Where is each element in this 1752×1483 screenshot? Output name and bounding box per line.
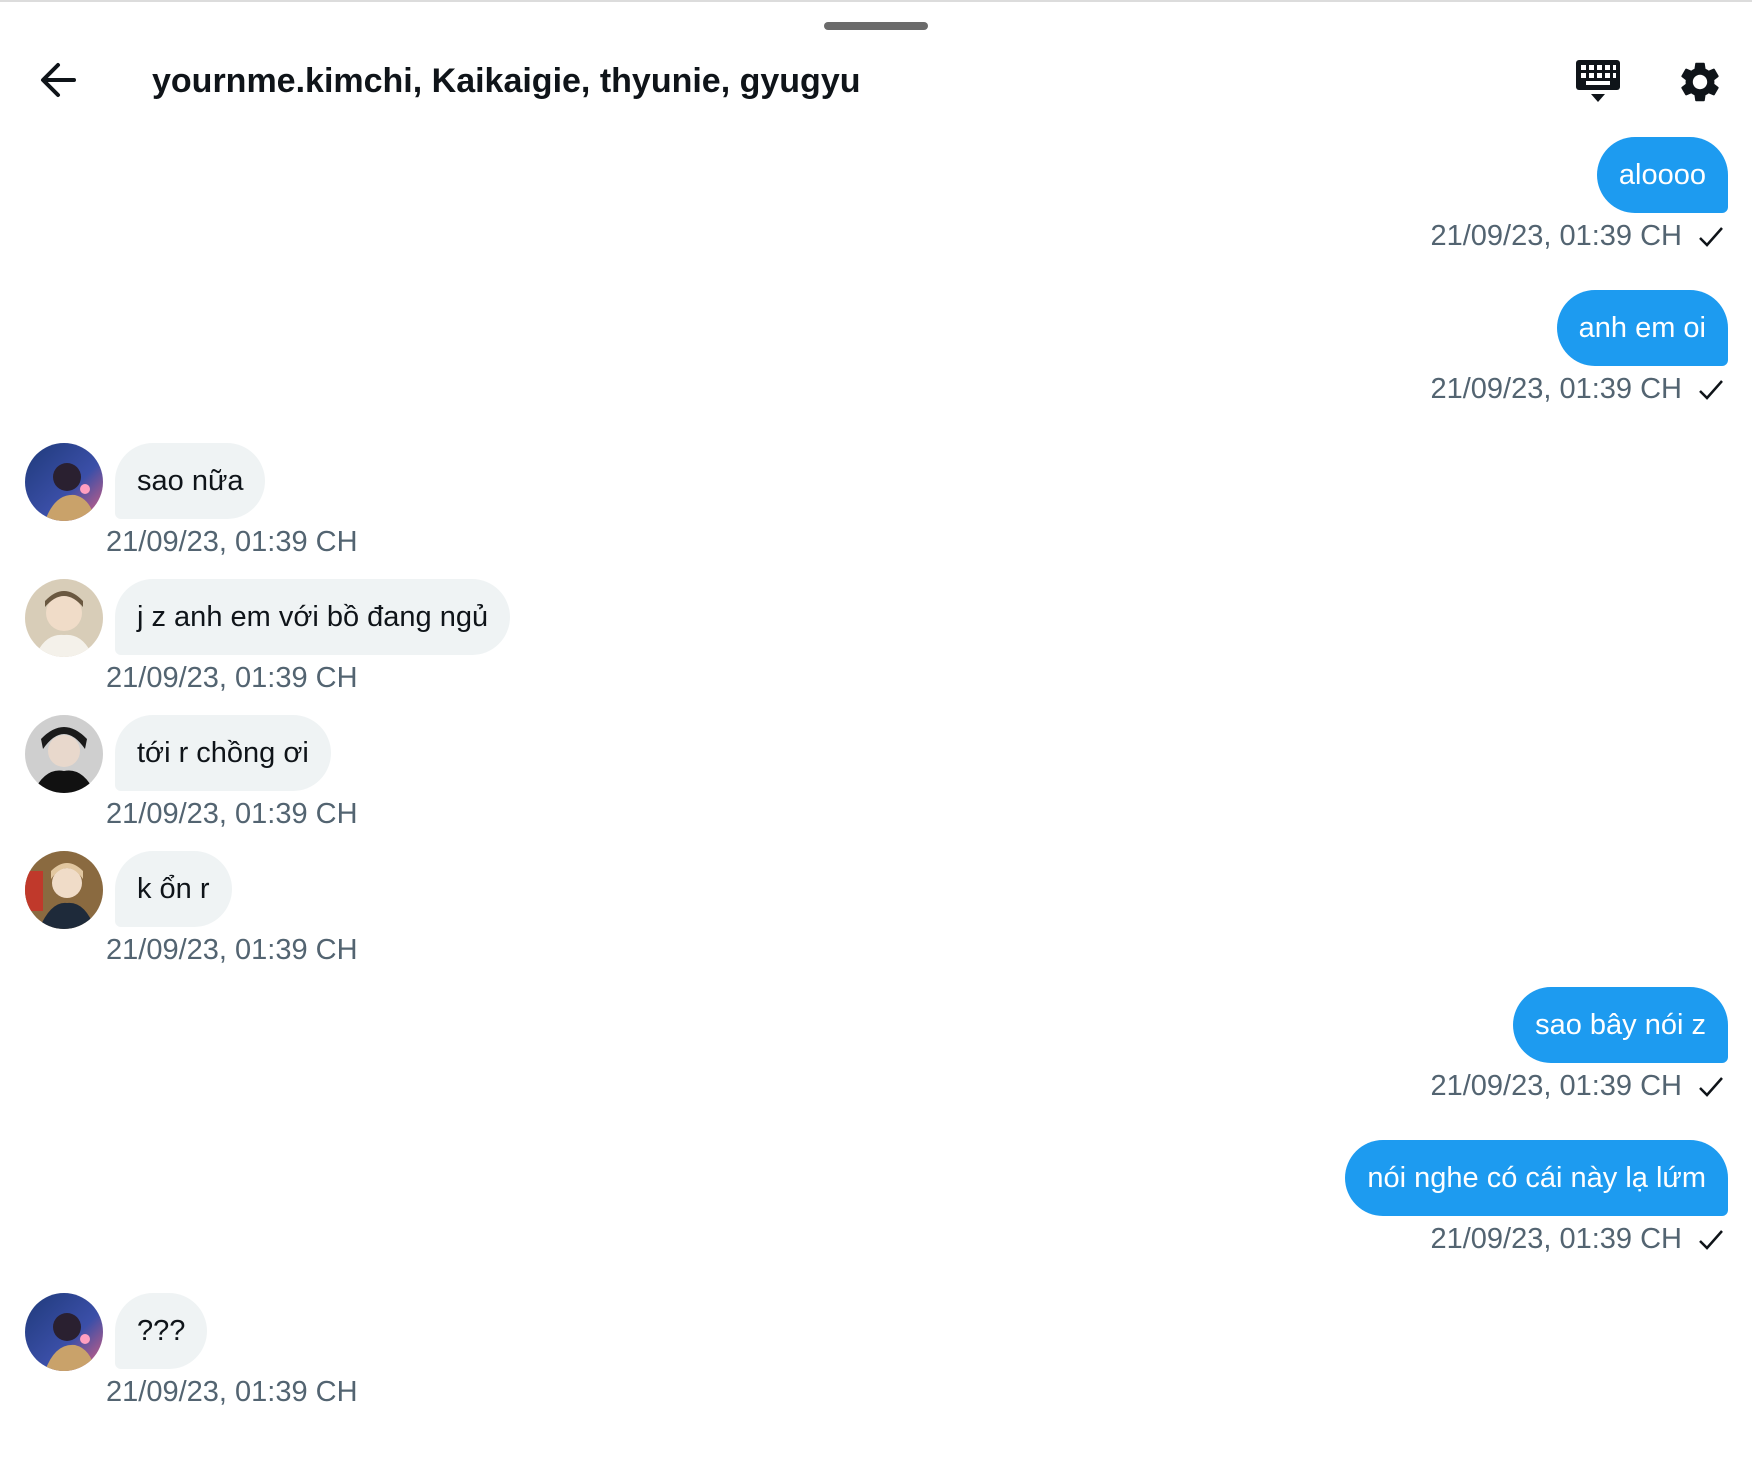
outgoing-message-bubble[interactable]: anh em oi <box>1556 290 1728 366</box>
message-timestamp: 21/09/23, 01:39 CH <box>1430 220 1682 252</box>
avatar[interactable] <box>25 579 103 657</box>
incoming-message-bubble[interactable]: sao nữa <box>115 443 266 519</box>
top-divider <box>0 0 1752 2</box>
message-timestamp: 21/09/23, 01:39 CH <box>1430 1223 1682 1255</box>
incoming-message-bubble[interactable]: k ổn r <box>115 851 232 927</box>
message-timestamp: 21/09/23, 01:39 CH <box>1430 373 1682 405</box>
gear-icon[interactable] <box>1676 58 1724 106</box>
avatar[interactable] <box>25 715 103 793</box>
incoming-message-bubble[interactable]: ??? <box>115 1293 208 1369</box>
sent-check-icon <box>1699 1230 1723 1250</box>
conversation-title[interactable]: yournme.kimchi, Kaikaigie, thyunie, gyug… <box>152 58 861 104</box>
outgoing-message-bubble[interactable]: nói nghe có cái này lạ lứm <box>1345 1140 1728 1216</box>
back-arrow-icon[interactable] <box>36 58 86 102</box>
message-timestamp: 21/09/23, 01:39 CH <box>106 662 358 694</box>
message-timestamp: 21/09/23, 01:39 CH <box>1430 1070 1682 1102</box>
incoming-message-bubble[interactable]: tới r chồng ơi <box>115 715 331 791</box>
sent-check-icon <box>1699 227 1723 247</box>
incoming-message-bubble[interactable]: j z anh em với bồ đang ngủ <box>115 579 511 655</box>
avatar[interactable] <box>25 851 103 929</box>
outgoing-message-bubble[interactable]: aloooo <box>1596 137 1728 213</box>
outgoing-message-bubble[interactable]: sao bây nói z <box>1513 987 1728 1063</box>
sent-check-icon <box>1699 1077 1723 1097</box>
message-timestamp: 21/09/23, 01:39 CH <box>106 1376 358 1408</box>
sent-check-icon <box>1699 380 1723 400</box>
avatar[interactable] <box>25 443 103 521</box>
message-timestamp: 21/09/23, 01:39 CH <box>106 798 358 830</box>
conversation-header: yournme.kimchi, Kaikaigie, thyunie, gyug… <box>0 20 1752 104</box>
keyboard-icon[interactable] <box>1574 58 1624 106</box>
avatar[interactable] <box>25 1293 103 1371</box>
message-timestamp: 21/09/23, 01:39 CH <box>106 934 358 966</box>
message-timestamp: 21/09/23, 01:39 CH <box>106 526 358 558</box>
